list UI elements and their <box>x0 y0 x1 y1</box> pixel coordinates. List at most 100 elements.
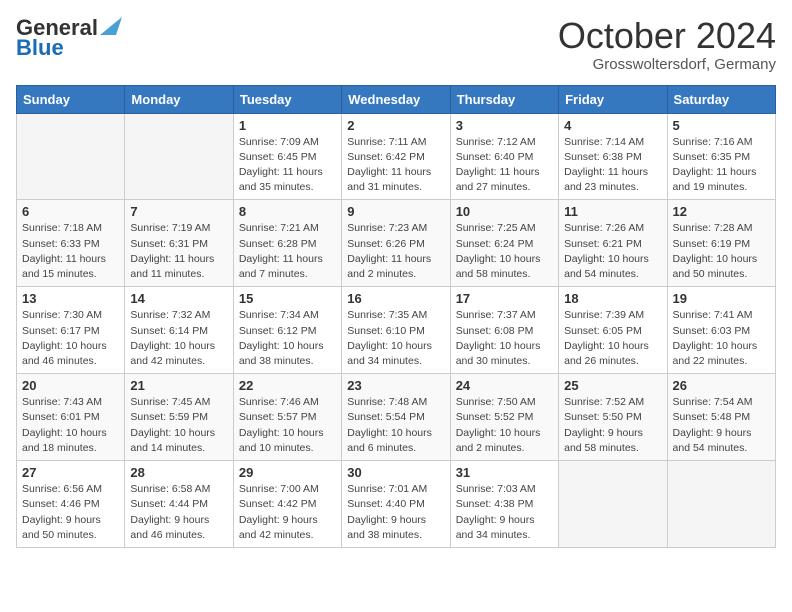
day-number: 19 <box>673 291 770 306</box>
day-detail: Sunrise: 7:50 AMSunset: 5:52 PMDaylight:… <box>456 395 553 456</box>
day-number: 11 <box>564 204 661 219</box>
day-detail: Sunrise: 7:30 AMSunset: 6:17 PMDaylight:… <box>22 308 119 369</box>
calendar-cell: 27 Sunrise: 6:56 AMSunset: 4:46 PMDayligh… <box>17 461 125 548</box>
calendar-cell <box>559 461 667 548</box>
day-detail: Sunrise: 7:11 AMSunset: 6:42 PMDaylight:… <box>347 135 444 196</box>
day-detail: Sunrise: 7:00 AMSunset: 4:42 PMDaylight:… <box>239 482 336 543</box>
week-row-3: 20 Sunrise: 7:43 AMSunset: 6:01 PMDayligh… <box>17 374 776 461</box>
calendar-cell: 14 Sunrise: 7:32 AMSunset: 6:14 PMDayligh… <box>125 287 233 374</box>
logo-bird-icon <box>100 17 122 35</box>
day-detail: Sunrise: 7:09 AMSunset: 6:45 PMDaylight:… <box>239 135 336 196</box>
day-detail: Sunrise: 7:37 AMSunset: 6:08 PMDaylight:… <box>456 308 553 369</box>
calendar-cell: 22 Sunrise: 7:46 AMSunset: 5:57 PMDayligh… <box>233 374 341 461</box>
day-detail: Sunrise: 7:23 AMSunset: 6:26 PMDaylight:… <box>347 221 444 282</box>
day-detail: Sunrise: 7:14 AMSunset: 6:38 PMDaylight:… <box>564 135 661 196</box>
day-detail: Sunrise: 7:54 AMSunset: 5:48 PMDaylight:… <box>673 395 770 456</box>
day-detail: Sunrise: 7:46 AMSunset: 5:57 PMDaylight:… <box>239 395 336 456</box>
calendar-cell: 2 Sunrise: 7:11 AMSunset: 6:42 PMDaylight… <box>342 113 450 200</box>
calendar-cell: 10 Sunrise: 7:25 AMSunset: 6:24 PMDayligh… <box>450 200 558 287</box>
day-detail: Sunrise: 7:34 AMSunset: 6:12 PMDaylight:… <box>239 308 336 369</box>
day-number: 5 <box>673 118 770 133</box>
day-number: 24 <box>456 378 553 393</box>
week-row-2: 13 Sunrise: 7:30 AMSunset: 6:17 PMDayligh… <box>17 287 776 374</box>
day-detail: Sunrise: 7:43 AMSunset: 6:01 PMDaylight:… <box>22 395 119 456</box>
day-detail: Sunrise: 7:18 AMSunset: 6:33 PMDaylight:… <box>22 221 119 282</box>
day-number: 13 <box>22 291 119 306</box>
calendar-cell: 11 Sunrise: 7:26 AMSunset: 6:21 PMDayligh… <box>559 200 667 287</box>
day-detail: Sunrise: 7:39 AMSunset: 6:05 PMDaylight:… <box>564 308 661 369</box>
day-number: 20 <box>22 378 119 393</box>
calendar-cell: 28 Sunrise: 6:58 AMSunset: 4:44 PMDayligh… <box>125 461 233 548</box>
day-detail: Sunrise: 6:58 AMSunset: 4:44 PMDaylight:… <box>130 482 227 543</box>
calendar-cell: 16 Sunrise: 7:35 AMSunset: 6:10 PMDayligh… <box>342 287 450 374</box>
day-detail: Sunrise: 7:35 AMSunset: 6:10 PMDaylight:… <box>347 308 444 369</box>
calendar-cell: 19 Sunrise: 7:41 AMSunset: 6:03 PMDayligh… <box>667 287 775 374</box>
calendar-cell: 7Sunrise: 7:19 AMSunset: 6:31 PMDaylight… <box>125 200 233 287</box>
day-detail: Sunrise: 7:28 AMSunset: 6:19 PMDaylight:… <box>673 221 770 282</box>
calendar-cell: 23Sunrise: 7:48 AMSunset: 5:54 PMDayligh… <box>342 374 450 461</box>
calendar-cell: 21Sunrise: 7:45 AMSunset: 5:59 PMDayligh… <box>125 374 233 461</box>
week-row-4: 27 Sunrise: 6:56 AMSunset: 4:46 PMDayligh… <box>17 461 776 548</box>
calendar-cell: 12 Sunrise: 7:28 AMSunset: 6:19 PMDayligh… <box>667 200 775 287</box>
title-area: October 2024 Grosswoltersdorf, Germany <box>558 16 776 73</box>
day-number: 16 <box>347 291 444 306</box>
calendar-cell <box>667 461 775 548</box>
calendar-cell: 26 Sunrise: 7:54 AMSunset: 5:48 PMDayligh… <box>667 374 775 461</box>
day-number: 29 <box>239 465 336 480</box>
day-number: 2 <box>347 118 444 133</box>
day-number: 8 <box>239 204 336 219</box>
calendar-cell <box>125 113 233 200</box>
header-sunday: Sunday <box>17 85 125 113</box>
day-detail: Sunrise: 7:12 AMSunset: 6:40 PMDaylight:… <box>456 135 553 196</box>
day-number: 31 <box>456 465 553 480</box>
day-detail: Sunrise: 7:25 AMSunset: 6:24 PMDaylight:… <box>456 221 553 282</box>
day-detail: Sunrise: 7:48 AMSunset: 5:54 PMDaylight:… <box>347 395 444 456</box>
day-detail: Sunrise: 7:32 AMSunset: 6:14 PMDaylight:… <box>130 308 227 369</box>
day-number: 27 <box>22 465 119 480</box>
calendar-cell: 4 Sunrise: 7:14 AMSunset: 6:38 PMDaylight… <box>559 113 667 200</box>
week-row-1: 6 Sunrise: 7:18 AMSunset: 6:33 PMDaylight… <box>17 200 776 287</box>
day-number: 28 <box>130 465 227 480</box>
calendar-cell: 20 Sunrise: 7:43 AMSunset: 6:01 PMDayligh… <box>17 374 125 461</box>
calendar-cell: 24 Sunrise: 7:50 AMSunset: 5:52 PMDayligh… <box>450 374 558 461</box>
header-saturday: Saturday <box>667 85 775 113</box>
calendar-header-row: SundayMondayTuesdayWednesdayThursdayFrid… <box>17 85 776 113</box>
day-detail: Sunrise: 7:21 AMSunset: 6:28 PMDaylight:… <box>239 221 336 282</box>
location: Grosswoltersdorf, Germany <box>558 56 776 73</box>
day-number: 12 <box>673 204 770 219</box>
day-detail: Sunrise: 7:41 AMSunset: 6:03 PMDaylight:… <box>673 308 770 369</box>
day-number: 22 <box>239 378 336 393</box>
calendar-cell: 9 Sunrise: 7:23 AMSunset: 6:26 PMDaylight… <box>342 200 450 287</box>
day-number: 10 <box>456 204 553 219</box>
calendar-cell: 25Sunrise: 7:52 AMSunset: 5:50 PMDayligh… <box>559 374 667 461</box>
day-detail: Sunrise: 7:52 AMSunset: 5:50 PMDaylight:… <box>564 395 661 456</box>
logo-text-blue: Blue <box>16 36 122 60</box>
day-number: 4 <box>564 118 661 133</box>
day-number: 3 <box>456 118 553 133</box>
calendar-cell: 8 Sunrise: 7:21 AMSunset: 6:28 PMDaylight… <box>233 200 341 287</box>
header-thursday: Thursday <box>450 85 558 113</box>
day-number: 15 <box>239 291 336 306</box>
day-number: 17 <box>456 291 553 306</box>
day-number: 1 <box>239 118 336 133</box>
calendar-cell: 17 Sunrise: 7:37 AMSunset: 6:08 PMDayligh… <box>450 287 558 374</box>
day-number: 6 <box>22 204 119 219</box>
day-detail: Sunrise: 7:03 AMSunset: 4:38 PMDaylight:… <box>456 482 553 543</box>
calendar-cell: 5Sunrise: 7:16 AMSunset: 6:35 PMDaylight… <box>667 113 775 200</box>
day-detail: Sunrise: 7:01 AMSunset: 4:40 PMDaylight:… <box>347 482 444 543</box>
day-number: 26 <box>673 378 770 393</box>
day-number: 14 <box>130 291 227 306</box>
calendar-cell: 15 Sunrise: 7:34 AMSunset: 6:12 PMDayligh… <box>233 287 341 374</box>
week-row-0: 1 Sunrise: 7:09 AMSunset: 6:45 PMDaylight… <box>17 113 776 200</box>
logo: General Blue <box>16 16 122 60</box>
calendar-cell: 30 Sunrise: 7:01 AMSunset: 4:40 PMDayligh… <box>342 461 450 548</box>
calendar-cell: 31 Sunrise: 7:03 AMSunset: 4:38 PMDayligh… <box>450 461 558 548</box>
calendar-cell: 18Sunrise: 7:39 AMSunset: 6:05 PMDayligh… <box>559 287 667 374</box>
day-number: 9 <box>347 204 444 219</box>
day-detail: Sunrise: 6:56 AMSunset: 4:46 PMDaylight:… <box>22 482 119 543</box>
day-number: 30 <box>347 465 444 480</box>
header-monday: Monday <box>125 85 233 113</box>
day-detail: Sunrise: 7:26 AMSunset: 6:21 PMDaylight:… <box>564 221 661 282</box>
month-title: October 2024 <box>558 16 776 56</box>
page-header: General Blue October 2024 Grosswoltersdo… <box>16 16 776 73</box>
